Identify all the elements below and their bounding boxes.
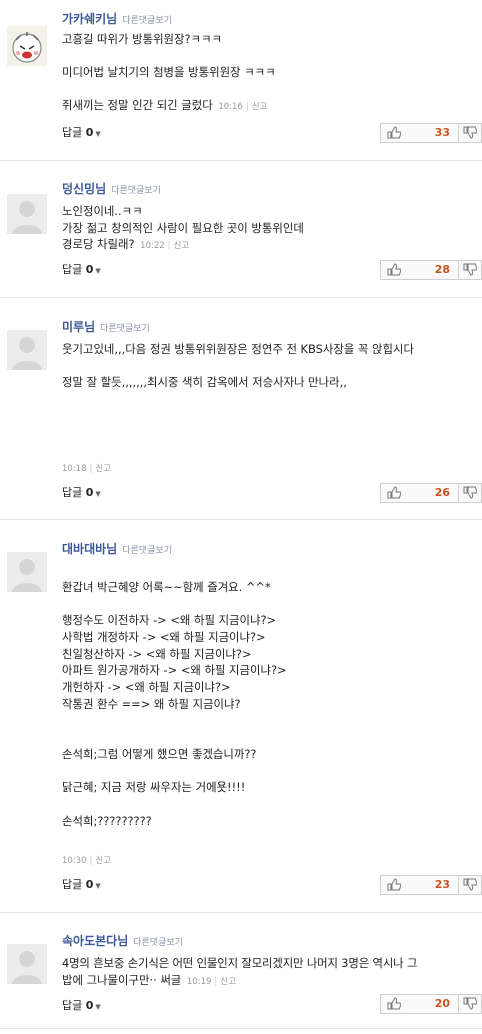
like-button[interactable]: 26 — [381, 484, 459, 502]
comment-item: 속아도본다님 다른댓글보기 4명의 흔보중 손기식은 어떤 인물인지 잘모리겠지만… — [0, 922, 482, 1034]
like-count: 33 — [434, 126, 450, 139]
thumbs-down-icon — [463, 486, 477, 499]
nickname[interactable]: 속아도본다님 다른댓글보기 — [62, 932, 183, 949]
like-count: 26 — [434, 486, 450, 499]
vote-box: 26 — [380, 483, 482, 503]
reply-toggle[interactable]: 답글 0 ▼ — [62, 124, 101, 140]
comment-text: 4명의 흔보중 손기식은 어떤 인물인지 잘모리겠지만 나머지 3명은 역시나 … — [62, 956, 418, 987]
like-count: 20 — [434, 997, 450, 1010]
avatar[interactable] — [7, 552, 47, 592]
thumbs-down-icon — [463, 126, 477, 139]
comment-item: 대바대바님 다른댓글보기 환갑녀 박근혜양 어록~~함께 즐겨요. ^^* 행정수… — [0, 530, 482, 910]
thumbs-up-icon — [387, 126, 401, 139]
timestamp: 10:16 — [218, 102, 243, 112]
dislike-button[interactable] — [459, 484, 481, 502]
nickname[interactable]: 가카쉐키님 다른댓글보기 — [62, 10, 172, 27]
vote-box: 33 — [380, 123, 482, 143]
timestamp: 10:19 — [186, 976, 212, 987]
report-link[interactable]: 신고 — [252, 102, 268, 112]
like-button[interactable]: 33 — [381, 124, 459, 142]
like-button[interactable]: 28 — [381, 261, 459, 279]
comment-text: 노인정이네..ㅋㅋ 가장 젊고 창의적인 사람이 필요한 곳이 방통위인데 경로당 … — [62, 204, 304, 251]
comment-meta: 10:30 | 신고 — [62, 856, 112, 866]
thumbs-down-icon — [463, 263, 477, 276]
dislike-button[interactable] — [459, 124, 481, 142]
divider — [0, 912, 482, 913]
reply-toggle[interactable]: 답글 0 ▼ — [62, 261, 101, 277]
like-button[interactable]: 23 — [381, 876, 459, 894]
like-button[interactable]: 20 — [381, 995, 459, 1013]
dislike-button[interactable] — [459, 876, 481, 894]
report-link[interactable]: 신고 — [95, 856, 111, 866]
nickname[interactable]: 대바대바님 다른댓글보기 — [62, 540, 172, 557]
thumbs-up-icon — [387, 878, 401, 891]
like-count: 23 — [434, 878, 450, 891]
vote-box: 23 — [380, 875, 482, 895]
other-comments-link[interactable]: 다른댓글보기 — [133, 938, 183, 948]
thumbs-down-icon — [463, 997, 477, 1010]
report-link[interactable]: 신고 — [220, 977, 236, 987]
comment-text: 환갑녀 박근혜양 어록~~함께 즐겨요. ^^* 행정수도 이전하자 -> <왜… — [62, 579, 287, 828]
avatar[interactable] — [7, 26, 47, 66]
dislike-button[interactable] — [459, 261, 481, 279]
other-comments-link[interactable]: 다른댓글보기 — [122, 546, 172, 556]
other-comments-link[interactable]: 다른댓글보기 — [100, 324, 150, 334]
avatar[interactable] — [7, 330, 47, 370]
reply-toggle[interactable]: 답글 0 ▼ — [62, 997, 101, 1013]
dislike-button[interactable] — [459, 995, 481, 1013]
avatar[interactable] — [7, 944, 47, 984]
nickname[interactable]: 덩신밍님 다른댓글보기 — [62, 180, 161, 197]
comment-text: 고흥길 따위가 방통위원장?ㅋㅋㅋ 미디어법 날치기의 첨병을 방통위원장 ㅋㅋ… — [62, 32, 276, 112]
comment-text: 웃기고있네,,,다음 정권 방통위위원장은 정연주 전 KBS사장을 꼭 앉힙시… — [62, 342, 414, 389]
timestamp: 10:22 — [140, 241, 165, 251]
like-count: 28 — [434, 263, 450, 276]
report-link[interactable]: 신고 — [95, 464, 111, 474]
divider — [0, 160, 482, 161]
divider — [0, 1028, 482, 1029]
avatar[interactable] — [7, 194, 47, 234]
divider — [0, 297, 482, 298]
comment-meta: 10:18 | 신고 — [62, 464, 112, 474]
thumbs-up-icon — [387, 263, 401, 276]
thumbs-up-icon — [387, 997, 401, 1010]
reply-toggle[interactable]: 답글 0 ▼ — [62, 484, 101, 500]
other-comments-link[interactable]: 다른댓글보기 — [111, 186, 161, 196]
vote-box: 28 — [380, 260, 482, 280]
other-comments-link[interactable]: 다른댓글보기 — [122, 16, 172, 26]
report-link[interactable]: 신고 — [174, 241, 190, 251]
divider — [0, 519, 482, 520]
comment-item: 덩신밍님 다른댓글보기 노인정이네..ㅋㅋ 가장 젊고 창의적인 사람이 필요한 곳… — [0, 170, 482, 296]
nickname[interactable]: 미루님 다른댓글보기 — [62, 318, 150, 335]
timestamp: 10:30 — [62, 856, 87, 866]
reply-toggle[interactable]: 답글 0 ▼ — [62, 876, 101, 892]
comment-item: 미루님 다른댓글보기 웃기고있네,,,다음 정권 방통위위원장은 정연주 전 KB… — [0, 308, 482, 518]
thumbs-up-icon — [387, 486, 401, 499]
comment-item: 가카쉐키님 다른댓글보기 고흥길 따위가 방통위원장?ㅋㅋㅋ 미디어법 날치기의 … — [0, 0, 482, 158]
vote-box: 20 — [380, 994, 482, 1014]
thumbs-down-icon — [463, 878, 477, 891]
timestamp: 10:18 — [62, 464, 87, 474]
